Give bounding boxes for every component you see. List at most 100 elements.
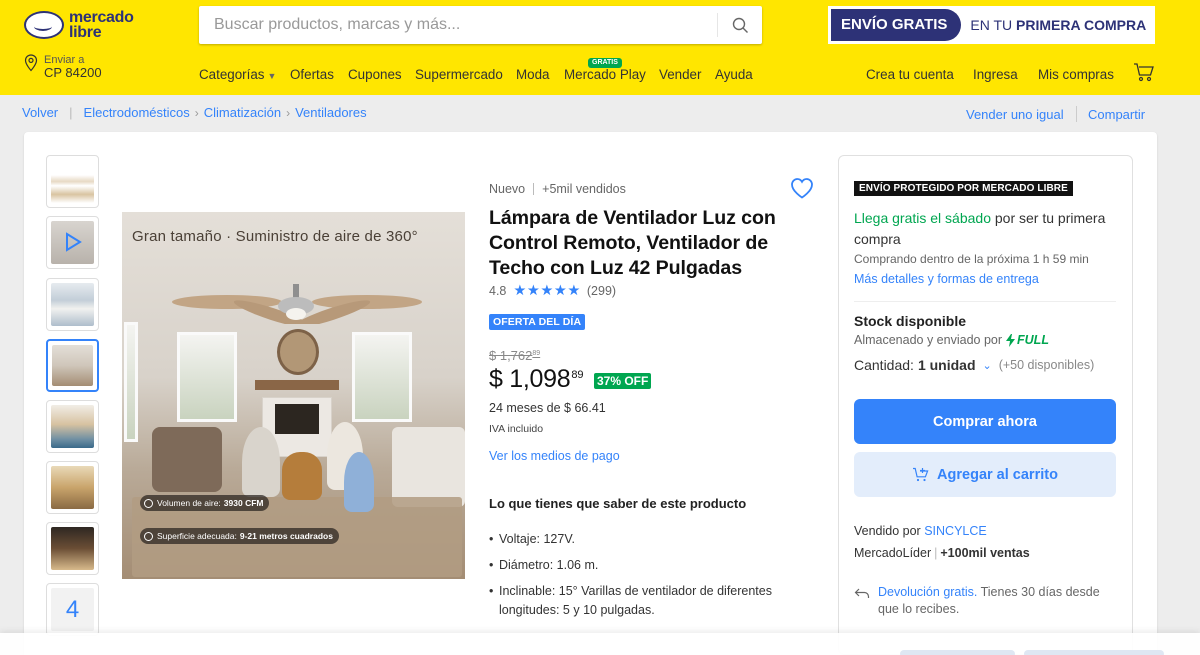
search-button[interactable] — [718, 6, 762, 44]
thumbnail-6[interactable] — [46, 461, 99, 514]
shipping-location[interactable]: Enviar a CP 84200 — [24, 54, 102, 79]
free-return-link[interactable]: Devolución gratis. — [878, 585, 977, 599]
bottom-action-pill[interactable] — [1024, 650, 1164, 655]
search-input[interactable] — [199, 6, 717, 44]
nav-mis-compras[interactable]: Mis compras — [1038, 67, 1114, 82]
dog-illustration — [282, 452, 322, 500]
breadcrumb-item[interactable]: Electrodomésticos — [84, 105, 190, 120]
sticky-bottom-bar — [0, 633, 1200, 655]
free-shipping-promo[interactable]: ENVÍO GRATIS EN TU PRIMERA COMPRA — [828, 6, 1155, 44]
location-pin-icon — [24, 54, 38, 72]
promo-pill: ENVÍO GRATIS — [831, 9, 962, 41]
mantel-illustration — [255, 380, 339, 390]
window-illustration — [352, 332, 412, 422]
star-rating-icon: ★★★★★ — [513, 283, 581, 299]
price-cents: 89 — [571, 369, 584, 381]
armchair-illustration — [152, 427, 222, 492]
add-to-cart-button[interactable]: Agregar al carrito — [854, 452, 1116, 497]
back-link[interactable]: Volver — [22, 105, 58, 120]
features-list: Voltaje: 127V. Diámetro: 1.06 m. Inclina… — [489, 530, 819, 627]
person-illustration — [344, 452, 374, 512]
thumbnail-1[interactable] — [46, 155, 99, 208]
search-icon — [732, 17, 748, 33]
condition-separator — [533, 183, 535, 195]
bottom-action-pill[interactable] — [900, 650, 1015, 655]
ceiling-fan-illustration — [172, 284, 422, 324]
condition-label: Nuevo — [489, 182, 526, 196]
sales-count: +100mil ventas — [940, 546, 1030, 560]
more-images-count: 4 — [51, 588, 94, 631]
delivery-date: Llega gratis el sábado — [854, 210, 991, 226]
breadcrumb: Volver | Electrodomésticos › Climatizaci… — [22, 105, 367, 120]
logo-text-line1: mercado — [69, 9, 134, 26]
image-spec-area: Superficie adecuada: 9-21 metros cuadrado… — [140, 528, 339, 544]
thumbnail-image — [51, 405, 94, 448]
price-amount: $ 1,098 — [489, 365, 571, 393]
product-rating[interactable]: 4.8 ★★★★★ (299) — [489, 283, 616, 299]
house-icon — [144, 531, 153, 541]
thumbnail-5[interactable] — [46, 400, 99, 453]
features-title: Lo que tienes que saber de este producto — [489, 496, 747, 511]
delivery-timer: Comprando dentro de la próxima 1 h 59 mi… — [854, 252, 1089, 266]
thumbnail-4-selected[interactable] — [46, 339, 99, 392]
nav-cupones[interactable]: Cupones — [348, 67, 402, 82]
mercadolibre-logo[interactable]: mercado libre — [24, 8, 164, 42]
chevron-right-icon: › — [286, 105, 291, 120]
seller-link[interactable]: SINCYLCE — [924, 524, 987, 538]
favorite-heart-icon[interactable] — [790, 177, 814, 199]
nav-moda[interactable]: Moda — [516, 67, 550, 82]
main-product-image[interactable]: Gran tamaño · Suministro de aire de 360°… — [122, 212, 465, 579]
discount-badge: 37% OFF — [594, 373, 652, 389]
breadcrumb-item[interactable]: Ventiladores — [295, 105, 367, 120]
mercadolider-badge: MercadoLíder — [854, 546, 932, 560]
buy-now-button[interactable]: Comprar ahora — [854, 399, 1116, 444]
nav-mercado-play[interactable]: Mercado Play — [564, 67, 646, 82]
nav-categorias[interactable]: Categorías ▼ — [199, 67, 276, 82]
thumbnail-7[interactable] — [46, 522, 99, 575]
window-illustration — [177, 332, 237, 422]
thumbnail-3[interactable] — [46, 278, 99, 331]
share-link[interactable]: Compartir — [1088, 107, 1145, 122]
thumbnail-image — [51, 160, 94, 203]
return-policy: Devolución gratis. Tienes 30 días desde … — [854, 584, 1116, 618]
current-price: $ 1,098 89 — [489, 365, 584, 394]
quantity-selector[interactable]: Cantidad: 1 unidad ⌄ (+50 disponibles) — [854, 357, 1094, 373]
thumbnail-image — [52, 345, 93, 386]
search-bar — [199, 6, 762, 44]
cart-icon[interactable] — [1133, 62, 1155, 82]
separator: | — [934, 546, 938, 560]
person-illustration — [242, 427, 280, 497]
thumbnail-more[interactable]: 4 — [46, 583, 99, 636]
sell-same-link[interactable]: Vender uno igual — [966, 107, 1064, 122]
mirror-illustration — [277, 329, 319, 375]
stock-status: Stock disponible — [854, 313, 967, 329]
nav-vender[interactable]: Vender — [659, 67, 701, 82]
full-badge: FULL — [1006, 333, 1049, 347]
delivery-details-link[interactable]: Más detalles y formas de entrega — [854, 272, 1039, 286]
payment-methods-link[interactable]: Ver los medios de pago — [489, 449, 620, 463]
breadcrumb-item[interactable]: Climatización — [204, 105, 281, 120]
nav-ofertas[interactable]: Ofertas — [290, 67, 334, 82]
thumbnail-image — [51, 466, 94, 509]
nav-ingresa[interactable]: Ingresa — [973, 67, 1018, 82]
image-headline: Gran tamaño · Suministro de aire de 360° — [132, 228, 418, 245]
play-icon — [66, 232, 82, 252]
nav-ayuda[interactable]: Ayuda — [715, 67, 753, 82]
add-cart-icon — [913, 467, 929, 482]
nav-crea-cuenta[interactable]: Crea tu cuenta — [866, 67, 954, 82]
divider — [854, 301, 1116, 302]
logo-text-line2: libre — [69, 24, 102, 41]
product-title: Lámpara de Ventilador Luz con Control Re… — [489, 207, 776, 279]
nav-supermercado[interactable]: Supermercado — [415, 67, 503, 82]
window-illustration — [124, 322, 138, 442]
quantity-available: (+50 disponibles) — [998, 358, 1095, 372]
delivery-estimate: Llega gratis el sábado por ser tu primer… — [854, 208, 1116, 250]
promo-text: EN TU — [970, 17, 1017, 33]
feature-item: Voltaje: 127V. — [489, 530, 819, 549]
thumbnail-image — [51, 283, 94, 326]
fulfillment-info: Almacenado y enviado por FULL — [854, 333, 1049, 347]
chevron-down-icon: ⌄ — [982, 359, 992, 372]
feature-item: Inclinable: 15° Varillas de ventilador d… — [489, 582, 819, 620]
quantity-value: 1 unidad — [917, 357, 976, 373]
thumbnail-video[interactable] — [46, 216, 99, 269]
